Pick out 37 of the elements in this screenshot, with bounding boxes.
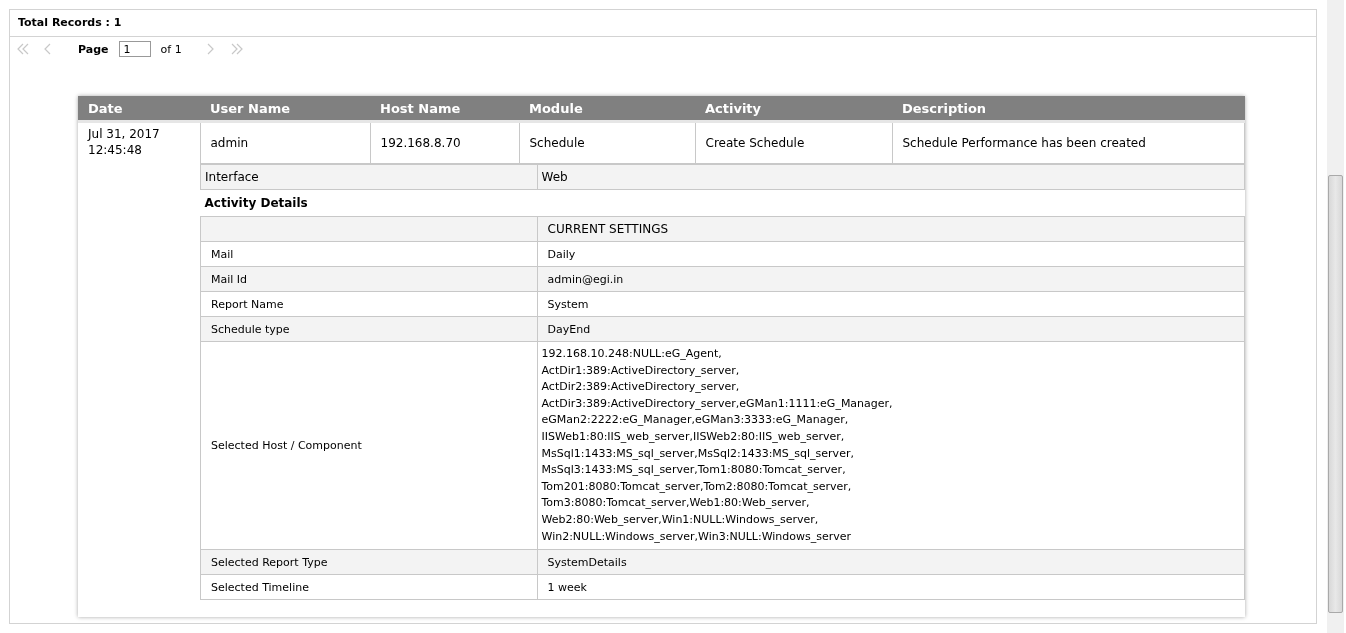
column-header: Date: [78, 96, 200, 122]
column-header: Module: [519, 96, 695, 122]
table-cell: 192.168.8.70: [370, 121, 519, 164]
page-number-field[interactable]: 1: [118, 41, 151, 57]
detail-value: admin@egi.in: [537, 266, 1244, 292]
detail-label: Mail Id: [200, 266, 537, 292]
table-cell: Jul 31, 2017 12:45:48: [78, 121, 200, 601]
page-label: Page: [78, 42, 109, 56]
detail-value: SystemDetails: [537, 549, 1244, 575]
detail-value: 192.168.10.248:NULL:eG_Agent, ActDir1:389:ActiveDirectory_server, ActDir2:389:ActiveDirectory_server, ActDir3:389:ActiveDirectory_server,eGMan1:1111:eG_Manager, eGMan2:2222:eG_Manager,eGMan3:3333:eG_Manager, IISWeb1:80:IIS_web_server,IISWeb2:80:IIS_web_server, MsSql1:1433:MS_sql_server,MsSql2:1433:MS_sql_server, MsSql3:1433:MS_sql_server,Tom1:8080:Tomcat_server, Tom201:8080:Tomcat_server,Tom2:8080:Tomcat_server, Tom3:8080:Tomcat_server,Web1:80:Web_server, Web2:80:Web_server,Win1:NULL:Windows_server, Win2:NULL:Windows_server,Win3:NULL:Windows_server: [537, 341, 1244, 550]
column-header: Activity: [695, 96, 892, 122]
column-header: CURRENT SETTINGS: [537, 216, 1244, 242]
table-cell: Schedule: [519, 121, 695, 164]
table-cell: Create Schedule: [695, 121, 892, 164]
column-header: Description: [892, 96, 1245, 122]
detail-label: Selected Timeline: [200, 574, 537, 600]
detail-label: Interface: [200, 164, 537, 190]
column-header: User Name: [200, 96, 370, 122]
table-cell: Schedule Performance has been created: [892, 121, 1245, 164]
detail-value: 1 week: [537, 574, 1244, 600]
page-count-label: of 1: [160, 42, 182, 56]
detail-label: Report Name: [200, 291, 537, 317]
section-title: Activity Details: [203, 195, 309, 212]
detail-value: System: [537, 291, 1244, 317]
table-cell: admin: [200, 121, 370, 164]
detail-value: Web: [537, 164, 1244, 190]
chevron-icon: [229, 43, 244, 55]
scrollbar-thumb[interactable]: [1328, 175, 1343, 613]
detail-label: Schedule type: [200, 316, 537, 342]
column-header: Host Name: [370, 96, 519, 122]
detail-label: Selected Host / Component: [200, 341, 537, 550]
detail-value: Daily: [537, 241, 1244, 267]
detail-label: Mail: [200, 241, 537, 267]
chevron-icon: [16, 43, 30, 55]
detail-label: Selected Report Type: [200, 549, 537, 575]
total-records-label: Total Records : 1: [10, 10, 1316, 37]
detail-value: DayEnd: [537, 316, 1244, 342]
